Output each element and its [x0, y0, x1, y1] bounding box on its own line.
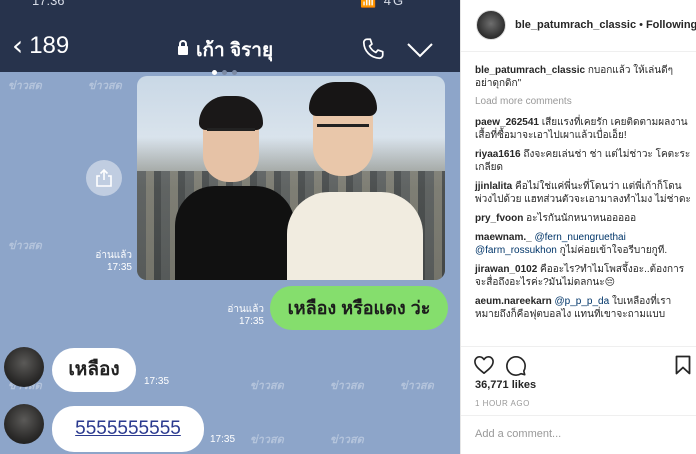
phone-icon[interactable]: [360, 36, 386, 62]
status-signal: 📶 4G: [360, 0, 406, 8]
status-bar: 17:36 📶 4G: [0, 0, 460, 14]
comment-username[interactable]: riyaa1616: [475, 149, 521, 160]
mention-link[interactable]: @farm_rossukhon: [475, 245, 557, 256]
shared-photo[interactable]: [137, 76, 445, 280]
chevron-down-icon[interactable]: [406, 42, 434, 58]
add-comment-placeholder: Add a comment...: [475, 428, 562, 440]
post-header: ble_patumrach_classic • Following: [461, 0, 696, 52]
chat-header: ‹ 189 เก้า จิรายุ: [0, 14, 460, 75]
comment: jjinlalita คือไม่ใช่แค่พี่นะที่โดนว่า แต…: [475, 180, 691, 206]
comment: aeum.nareekarn @p_p_p_da ใบเหลืองที่เราห…: [475, 295, 691, 321]
message-time: 17:35: [210, 434, 236, 445]
following-button[interactable]: Following: [646, 19, 696, 31]
share-icon: [96, 168, 112, 187]
post-timestamp: 1 HOUR AGO: [475, 399, 530, 408]
comment-username[interactable]: paew_262541: [475, 117, 539, 128]
line-chat-screenshot: 17:36 📶 4G ‹ 189 เก้า จิรายุ ข่าวสด ข่าวส…: [0, 0, 460, 454]
comment: paew_262541 เสียแรงที่เคยรัก เคยติดตามผล…: [475, 116, 691, 142]
author-username[interactable]: ble_patumrach_classic: [515, 19, 636, 31]
load-more-comments[interactable]: Load more comments: [475, 96, 691, 108]
post-author: ble_patumrach_classic • Following: [515, 19, 696, 31]
green-read-meta: อ่านแล้ว 17:35: [216, 304, 264, 328]
add-comment-field[interactable]: Add a comment...: [461, 415, 696, 454]
back-chevron-icon: ‹: [12, 29, 24, 62]
status-time: 17:36: [32, 0, 65, 8]
comment-icon[interactable]: [505, 355, 527, 377]
chat-title: เก้า จิรายุ: [178, 35, 273, 65]
chat-title-text: เก้า จิรายุ: [196, 40, 274, 61]
watermark: ข่าวสด: [250, 380, 284, 392]
comment-text: อะไรกันนักหนาหนอออออ: [526, 213, 637, 224]
comment-username[interactable]: aeum.nareekarn: [475, 296, 552, 307]
message-time: 17:35: [106, 262, 132, 273]
mention-link[interactable]: @p_p_p_da: [555, 296, 610, 307]
comment-username[interactable]: jjinlalita: [475, 181, 512, 192]
comment: maewnam._ @fern_nuengruethai @farm_rossu…: [475, 231, 691, 257]
heart-icon[interactable]: [473, 355, 495, 375]
comments-list: ble_patumrach_classic กบอกแล้ว ให้เล่นดี…: [475, 64, 691, 327]
comment: pry_fvoon อะไรกันนักหนาหนอออออ: [475, 212, 691, 225]
message-time: 17:35: [144, 376, 170, 387]
read-label: อ่านแล้ว: [95, 250, 132, 261]
comment-username[interactable]: pry_fvoon: [475, 213, 523, 224]
comment-text: กูไม่ค่อยเข้าใจอรีบายกูที.: [559, 245, 668, 256]
watermark: ข่าวสด: [330, 380, 364, 392]
received-message-bubble[interactable]: เหลือง: [52, 348, 136, 392]
mention-link[interactable]: @fern_nuengruethai: [534, 232, 625, 243]
share-button[interactable]: [86, 160, 122, 196]
read-label: อ่านแล้ว: [227, 304, 264, 315]
bookmark-icon[interactable]: [675, 355, 691, 375]
likes-count[interactable]: 36,771 likes: [475, 379, 536, 391]
back-button[interactable]: ‹ 189: [12, 32, 70, 60]
caption: ble_patumrach_classic กบอกแล้ว ให้เล่นดี…: [475, 64, 691, 90]
photo-read-meta: อ่านแล้ว 17:35: [86, 250, 132, 274]
comment-username[interactable]: jirawan_0102: [475, 264, 537, 275]
caption-username[interactable]: ble_patumrach_classic: [475, 65, 585, 76]
watermark: ข่าวสด: [8, 80, 42, 92]
avatar[interactable]: [4, 404, 44, 444]
comment: jirawan_0102 คืออะไร?ทำไมโพสจึ้งอะ..ต้อง…: [475, 263, 691, 289]
watermark: ข่าวสด: [88, 80, 122, 92]
lock-icon: [178, 40, 188, 55]
watermark: ข่าวสด: [400, 380, 434, 392]
avatar[interactable]: [4, 347, 44, 387]
comment: riyaa1616 ถึงจะคยเล่นช่า ช่า แต่ไม่ช่าวะ…: [475, 148, 691, 174]
sent-message-bubble[interactable]: เหลือง หรือแดง ว่ะ: [270, 286, 448, 330]
post-actions: 36,771 likes 1 HOUR AGO Add a comment...: [461, 346, 696, 446]
watermark: ข่าวสด: [330, 434, 364, 446]
watermark: ข่าวสด: [250, 434, 284, 446]
message-time: 17:35: [238, 316, 264, 327]
watermark: ข่าวสด: [8, 240, 42, 252]
back-count: 189: [29, 32, 70, 59]
comment-username[interactable]: maewnam._: [475, 232, 532, 243]
message-link-text[interactable]: 5555555555: [75, 418, 181, 439]
received-message-bubble[interactable]: 5555555555: [52, 406, 204, 452]
instagram-panel: ble_patumrach_classic • Following ble_patu…: [460, 0, 696, 454]
profile-avatar[interactable]: [476, 10, 506, 40]
